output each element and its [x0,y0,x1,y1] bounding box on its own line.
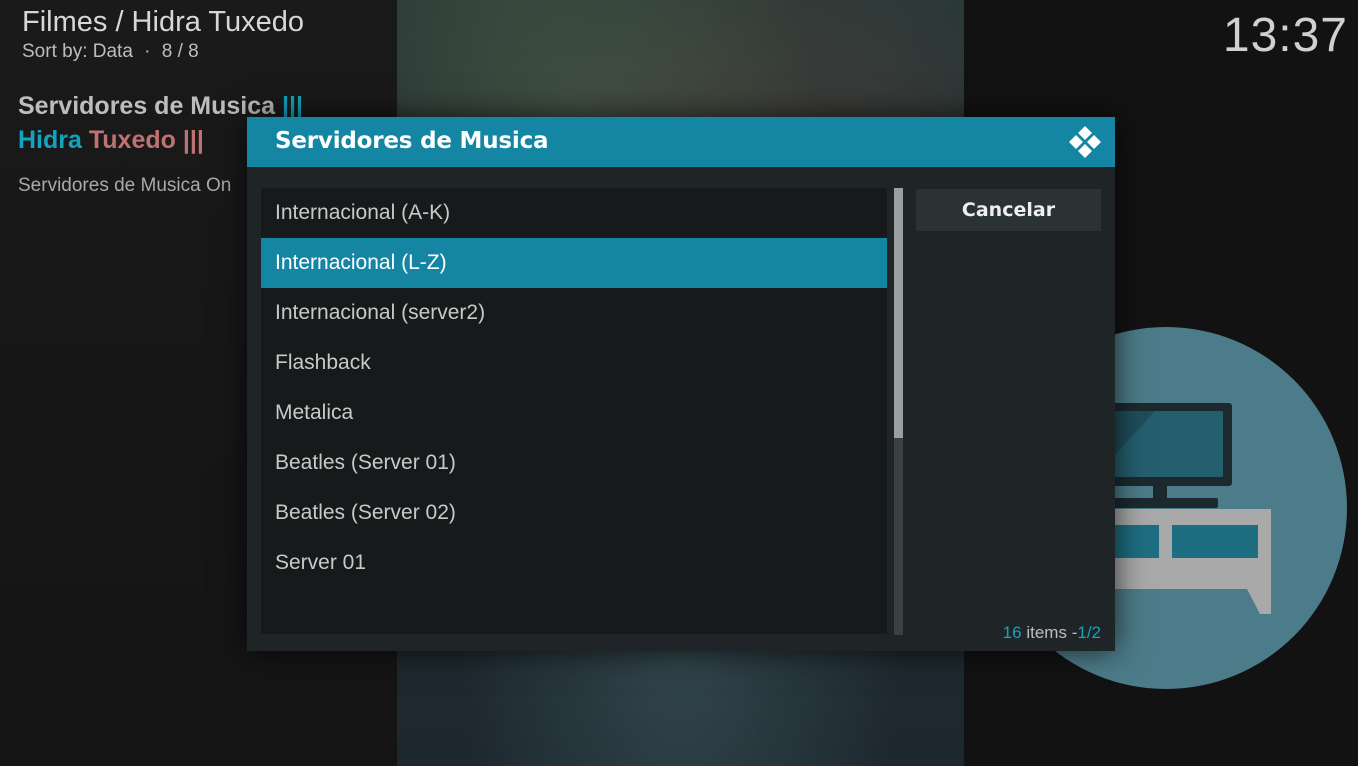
dialog-header: Servidores de Musica [247,117,1115,167]
item-position: 8 / 8 [161,41,199,62]
list-item[interactable]: Metalica [261,388,887,438]
focused-item-description: Servidores de Musica On [18,175,232,196]
item-count-total: 16 [1002,623,1022,642]
cancel-button[interactable]: Cancelar [916,189,1101,231]
scrollbar-thumb[interactable] [894,188,903,438]
addon-title-part-a: Hidra [18,126,82,154]
list-item[interactable]: Beatles (Server 02) [261,488,887,538]
list-item[interactable]: Internacional (A-K) [261,188,887,238]
sort-separator: · [144,41,151,62]
addon-title: Hidra Tuxedo ||| [18,126,204,155]
focused-item-title-text: Servidores de Musica [18,92,276,120]
list-item[interactable]: Internacional (server2) [261,288,887,338]
clock: 13:37 [1222,9,1348,62]
sort-info: Sort by: Data · 8 / 8 [22,41,199,63]
scrollbar[interactable] [894,188,903,635]
dialog-title: Servidores de Musica [275,128,549,154]
item-count-page: 1/2 [1077,623,1101,642]
list-item[interactable]: Flashback [261,338,887,388]
kodi-logo-icon [1069,126,1101,158]
select-dialog: Servidores de Musica Internacional (A-K)… [247,117,1115,651]
sort-label: Sort by: Data [22,41,133,62]
list-item[interactable]: Beatles (Server 01) [261,438,887,488]
list-item[interactable]: Server 01 [261,538,887,588]
addon-title-part-b: Tuxedo [88,126,176,154]
breadcrumb: Filmes / Hidra Tuxedo [22,6,305,38]
item-count: 16 items -1/2 [1003,623,1101,643]
focused-item-title-bars: ||| [282,92,303,120]
list-item[interactable]: Internacional (L-Z) [261,238,887,288]
item-count-word: items [1026,623,1067,642]
addon-title-bars: ||| [182,126,204,154]
screen: Filmes / Hidra Tuxedo Sort by: Data · 8 … [0,0,1358,766]
options-list: Internacional (A-K) Internacional (L-Z) … [261,188,887,634]
